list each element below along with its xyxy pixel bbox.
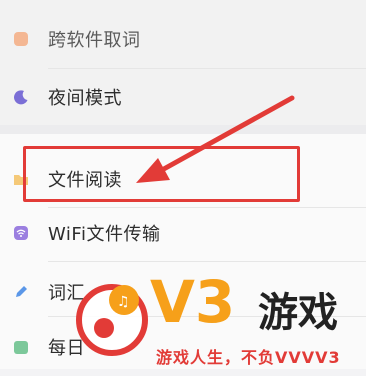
watermark-slogan: 游戏人生，不负VVVV3 xyxy=(156,348,341,367)
divider xyxy=(48,261,366,262)
svg-text:♫: ♫ xyxy=(117,294,130,310)
section-separator xyxy=(0,125,366,134)
menu-item-wifi-transfer[interactable]: WiFi文件传输 xyxy=(0,206,366,262)
menu-section-top: 跨软件取词 夜间模式 xyxy=(0,0,366,125)
watermark: ♫ V3 游戏 游戏人生，不负VVVV3 xyxy=(72,268,366,369)
menu-item-night-mode[interactable]: 夜间模式 xyxy=(0,70,366,126)
watermark-brand: V3 xyxy=(150,268,236,336)
menu-item-label: WiFi文件传输 xyxy=(48,224,161,245)
divider xyxy=(48,68,366,69)
pen-icon xyxy=(13,284,29,300)
moon-icon xyxy=(13,89,29,105)
highlight-box xyxy=(23,146,300,202)
menu-item-cross-app-lookup[interactable]: 跨软件取词 xyxy=(0,12,366,68)
menu-item-label: 夜间模式 xyxy=(48,88,122,109)
menu-item-label: 跨软件取词 xyxy=(48,30,141,51)
settings-menu: 跨软件取词 夜间模式 文件阅读 WiFi文件传输 词汇 每日 ♫ V3 游戏 游… xyxy=(0,0,366,369)
daily-icon xyxy=(13,339,29,355)
wifi-transfer-icon xyxy=(13,225,29,241)
watermark-brand-suffix: 游戏 xyxy=(258,290,338,336)
cross-app-lookup-icon xyxy=(13,31,29,47)
watermark-logo-icon: ♫ xyxy=(76,284,148,356)
